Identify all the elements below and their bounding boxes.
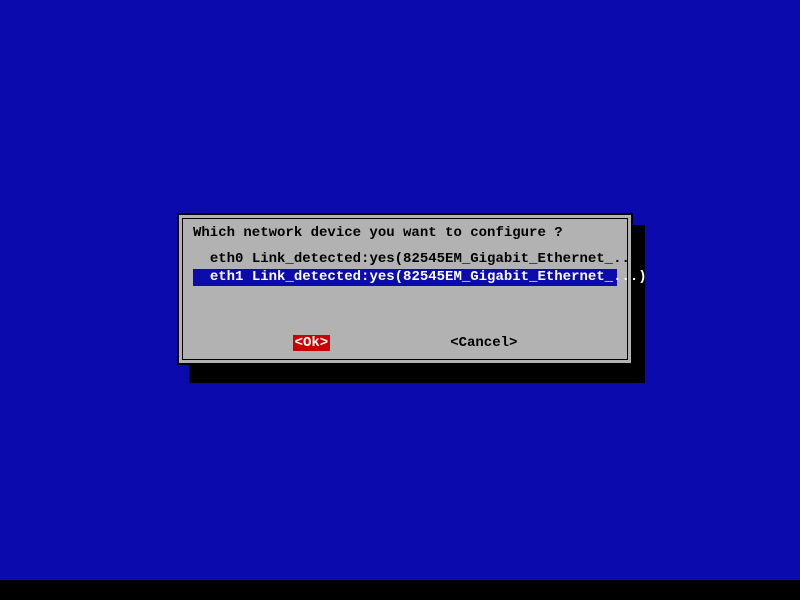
dialog-inner: Which network device you want to configu… bbox=[182, 218, 628, 360]
device-options-list: eth0 Link_detected:yes(82545EM_Gigabit_E… bbox=[193, 251, 617, 286]
network-config-dialog: Which network device you want to configu… bbox=[177, 213, 633, 365]
bottom-bar bbox=[0, 580, 800, 600]
dialog-prompt: Which network device you want to configu… bbox=[193, 225, 617, 247]
ok-button[interactable]: <Ok> bbox=[293, 335, 331, 351]
cancel-button[interactable]: <Cancel> bbox=[450, 335, 517, 351]
dialog-buttons: <Ok> <Cancel> bbox=[183, 335, 627, 351]
device-option-eth0[interactable]: eth0 Link_detected:yes(82545EM_Gigabit_E… bbox=[193, 251, 617, 269]
terminal-screen: Which network device you want to configu… bbox=[0, 0, 800, 600]
device-option-eth1[interactable]: eth1 Link_detected:yes(82545EM_Gigabit_E… bbox=[193, 269, 617, 287]
